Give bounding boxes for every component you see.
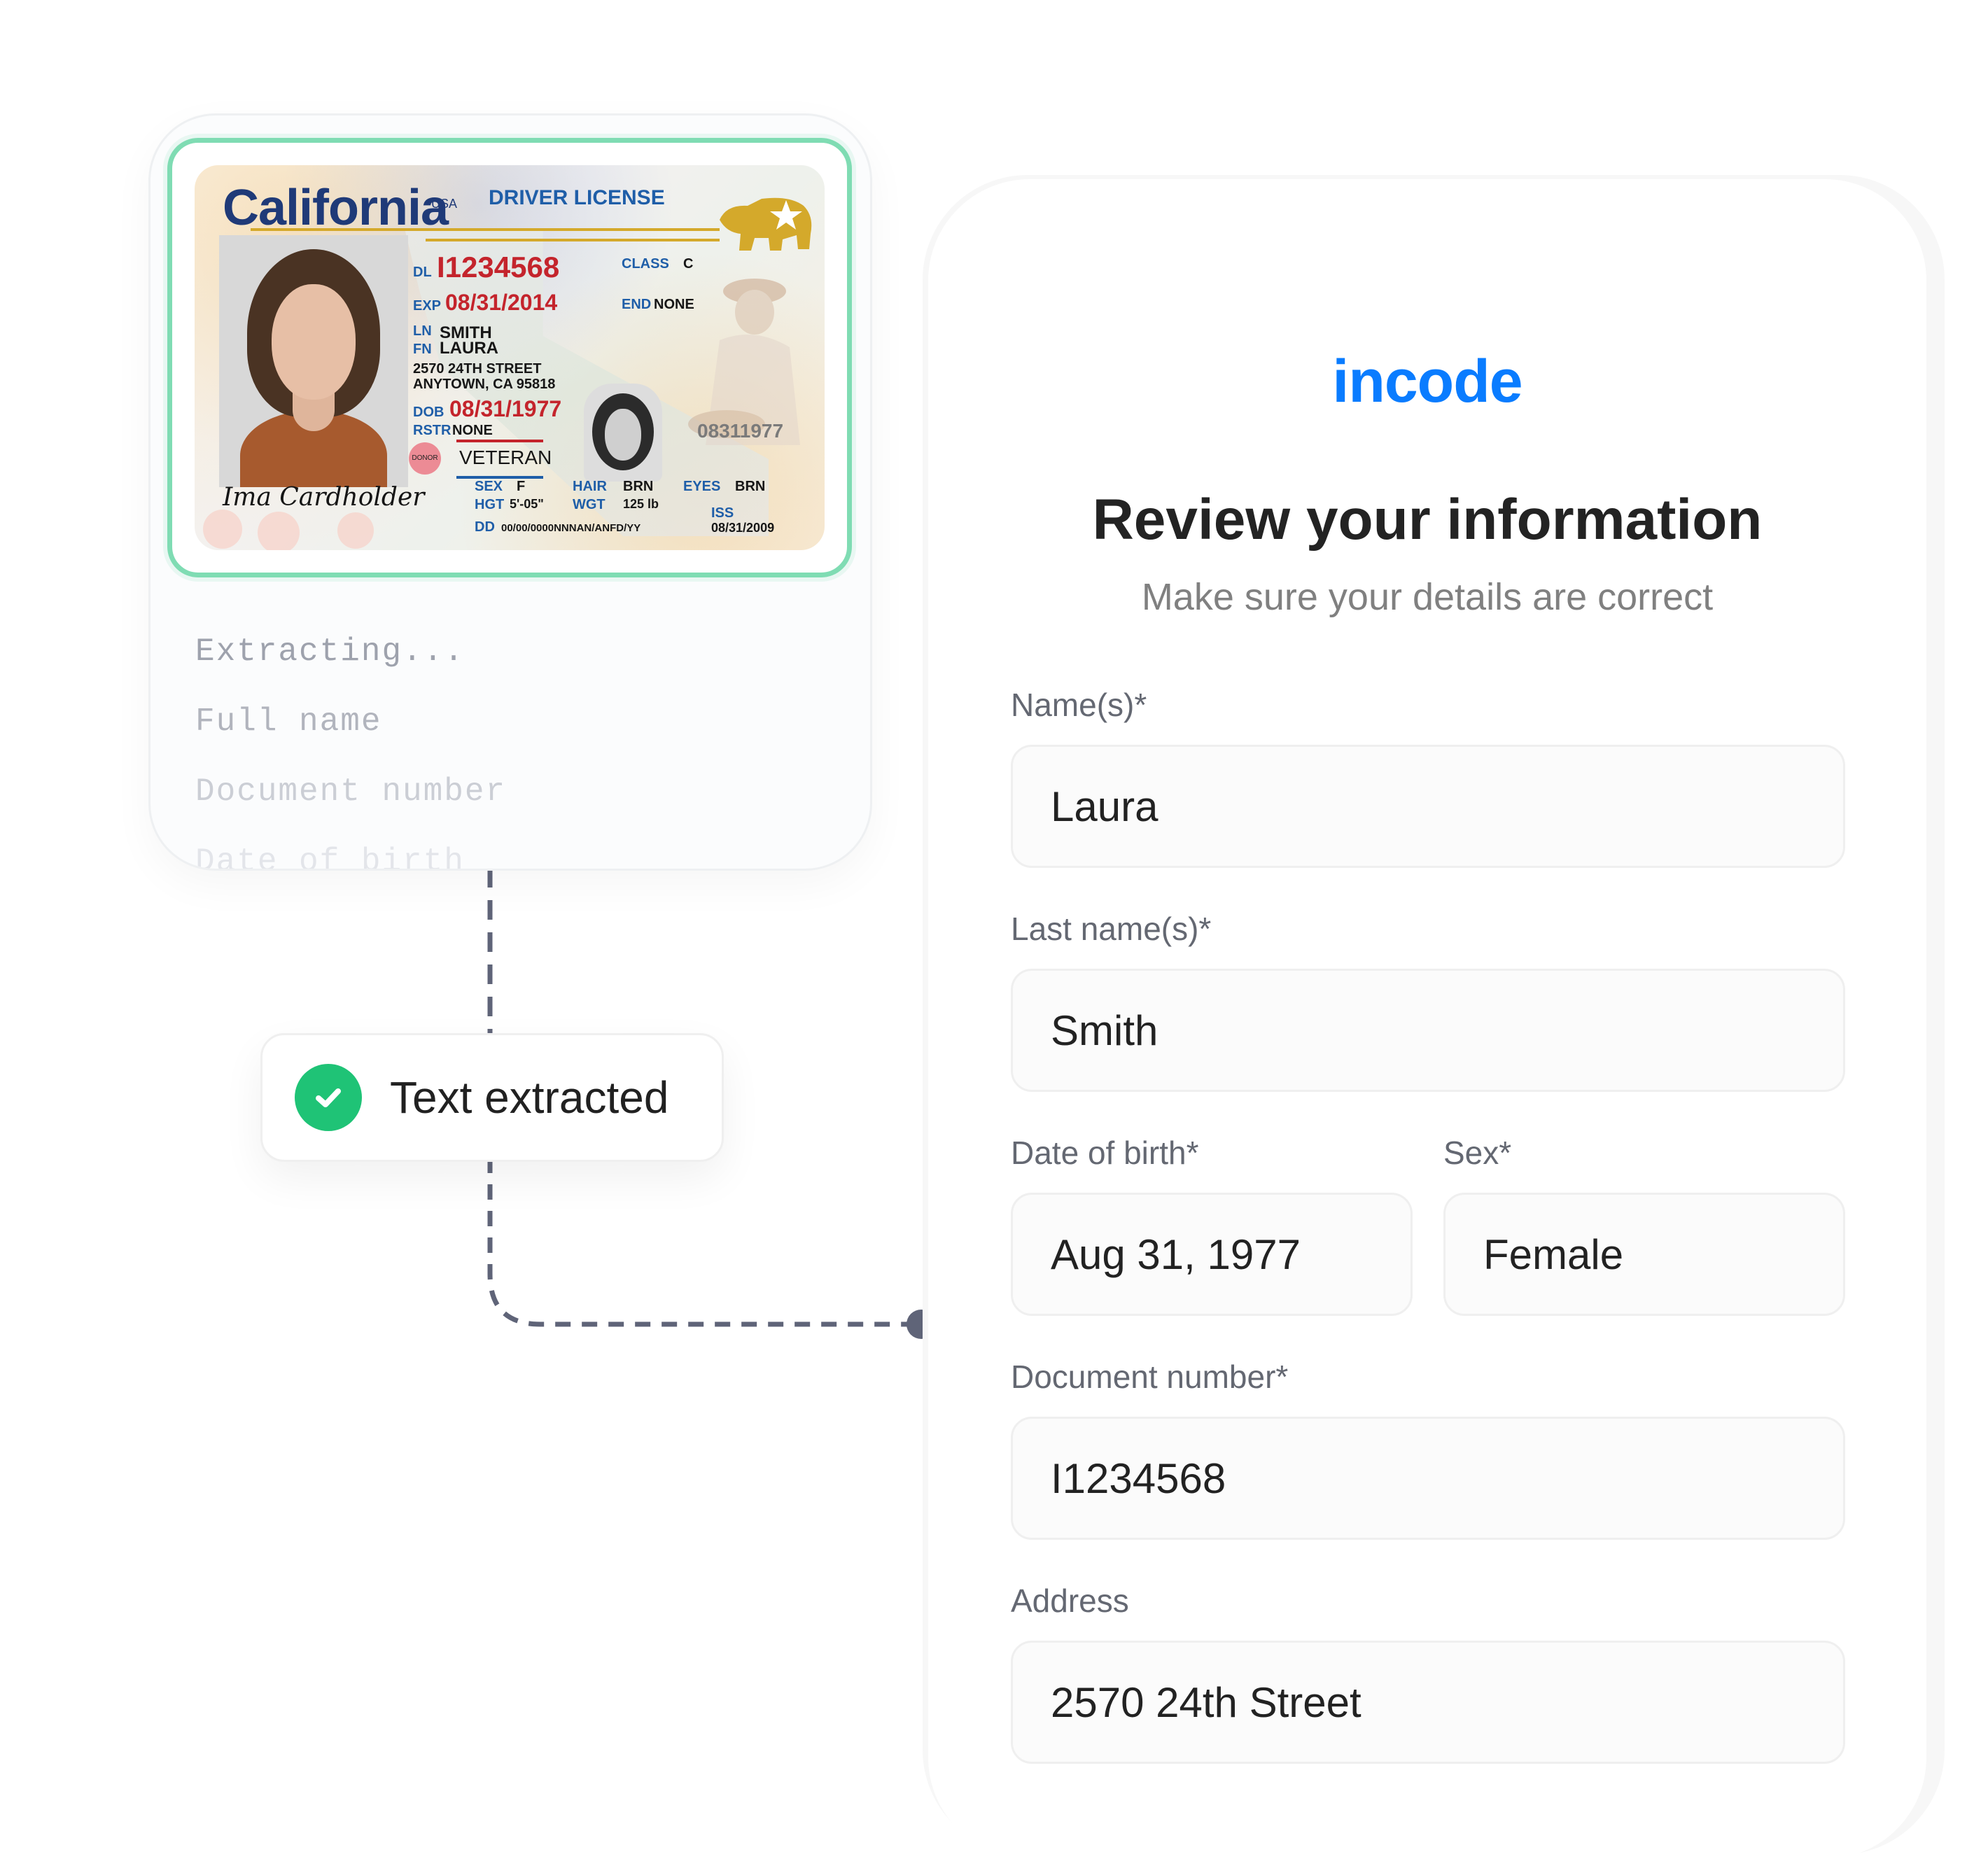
sex-label: SEX	[475, 479, 503, 494]
gold-stripe	[251, 228, 720, 231]
extraction-log: Extracting... Full name Document number …	[195, 633, 507, 871]
portrait-photo	[219, 235, 408, 487]
address-label: Address	[1011, 1583, 1129, 1619]
name-label: Name(s)*	[1011, 687, 1147, 723]
extract-status: Extracting...	[195, 633, 465, 670]
eyes-value: BRN	[735, 479, 766, 494]
address-field[interactable]: 2570 24th Street	[1011, 1641, 1845, 1764]
hair-label: HAIR	[573, 479, 607, 494]
first-name: LAURA	[440, 339, 498, 358]
document-number-label: Document number*	[1011, 1359, 1289, 1395]
address-line-2: ANYTOWN, CA 95818	[413, 377, 556, 392]
dob-field[interactable]: Aug 31, 1977	[1011, 1193, 1413, 1316]
iss-label: ISS	[711, 505, 734, 521]
eyes-label: EYES	[683, 479, 721, 494]
badge-label: Text extracted	[390, 1072, 669, 1123]
gold-stripe	[426, 239, 720, 241]
veteran-badge: VETERAN	[456, 440, 552, 479]
dl-label: DL	[413, 265, 432, 280]
ln-label: LN	[413, 323, 432, 339]
page-subtitle: Make sure your details are correct	[1141, 576, 1714, 618]
class-label: CLASS	[622, 256, 669, 272]
ghost-portrait-photo	[584, 384, 662, 482]
iss-value: 08/31/2009	[711, 521, 775, 535]
dob-label: DOB	[413, 405, 444, 420]
rstr-label: RSTR	[413, 423, 451, 438]
wgt-value: 125 lb	[623, 497, 659, 511]
dd-value: 00/00/0000NNNAN/ANFD/YY	[501, 522, 641, 534]
sex-field[interactable]: Female	[1443, 1193, 1845, 1316]
bear-star-icon	[720, 197, 812, 251]
hair-value: BRN	[623, 479, 654, 494]
dob-label: Date of birth*	[1011, 1135, 1199, 1171]
class-value: C	[683, 256, 694, 272]
signature: Ima Cardholder	[223, 483, 425, 512]
end-value: NONE	[654, 297, 694, 312]
last-name-label: Last name(s)*	[1011, 911, 1212, 947]
incode-logo: incode	[1332, 348, 1522, 415]
license-country: USA	[431, 197, 458, 211]
review-form-screen: incode Review your information Make sure…	[928, 179, 1926, 1859]
page-title: Review your information	[1092, 488, 1763, 552]
fn-label: FN	[413, 342, 432, 357]
dob-date: 08/31/1977	[449, 396, 562, 421]
exp-date: 08/31/2014	[445, 290, 558, 315]
dd-label: DD	[475, 519, 495, 535]
extract-line: Document number	[195, 773, 507, 810]
dl-number: I1234568	[437, 251, 560, 283]
hgt-value: 5'-05"	[510, 497, 544, 511]
document-scan-card: California USA DRIVER LICENSE DL I123456…	[148, 113, 872, 871]
scan-frame: California USA DRIVER LICENSE DL I123456…	[167, 138, 852, 577]
wgt-label: WGT	[573, 497, 606, 512]
license-type: DRIVER LICENSE	[489, 186, 665, 209]
sex-label: Sex*	[1443, 1135, 1512, 1171]
driver-license-image: California USA DRIVER LICENSE DL I123456…	[195, 165, 825, 550]
sex-value: F	[517, 479, 526, 494]
text-extracted-badge: Text extracted	[260, 1033, 724, 1162]
check-circle-icon	[295, 1064, 362, 1131]
ghost-dob-number: 08311977	[697, 420, 784, 442]
end-label: END	[622, 297, 652, 312]
document-number-field[interactable]: I1234568	[1011, 1417, 1845, 1540]
extract-line: Date of birth	[195, 843, 465, 871]
donor-badge: DONOR	[409, 442, 441, 475]
address-line-1: 2570 24TH STREET	[413, 361, 542, 377]
hgt-label: HGT	[475, 497, 505, 512]
exp-label: EXP	[413, 298, 442, 314]
last-name-field[interactable]: Smith	[1011, 969, 1845, 1092]
rstr-value: NONE	[452, 423, 493, 438]
extract-line: Full name	[195, 703, 382, 740]
name-field[interactable]: Laura	[1011, 745, 1845, 868]
